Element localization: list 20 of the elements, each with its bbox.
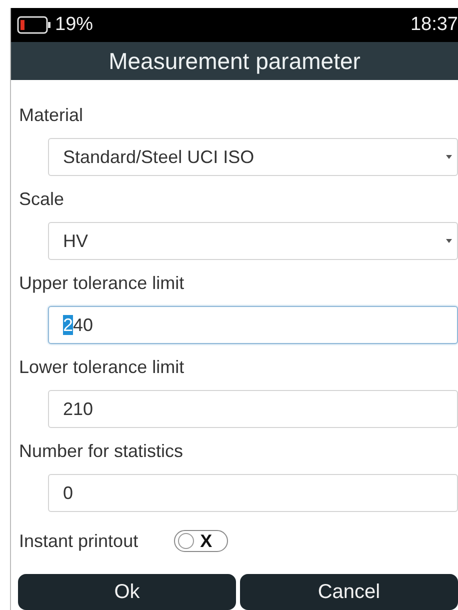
field-label: Upper tolerance limit: [19, 272, 184, 294]
input-field[interactable]: 210: [48, 390, 458, 428]
battery-percentage: 19%: [55, 14, 94, 36]
toggle-switch[interactable]: X: [174, 530, 228, 552]
caret-icon: [446, 239, 452, 243]
toggle-label: Instant printout: [19, 530, 138, 552]
clock-time: 18:37: [410, 14, 458, 36]
input-field[interactable]: 240: [48, 306, 458, 344]
screen-title: Measurement parameter: [108, 48, 360, 74]
dropdown-field[interactable]: Standard/Steel UCI ISO: [48, 138, 458, 176]
ok-button[interactable]: Ok: [18, 574, 236, 610]
field-label: Lower tolerance limit: [19, 356, 184, 378]
field-label: Number for statistics: [19, 440, 184, 462]
input-field[interactable]: 0: [48, 474, 458, 512]
caret-icon: [446, 155, 452, 159]
dropdown-field[interactable]: HV: [48, 222, 458, 260]
battery-icon: [17, 16, 51, 34]
field-label: Material: [19, 104, 84, 126]
cancel-button[interactable]: Cancel: [240, 574, 458, 610]
field-label: Scale: [19, 188, 64, 210]
